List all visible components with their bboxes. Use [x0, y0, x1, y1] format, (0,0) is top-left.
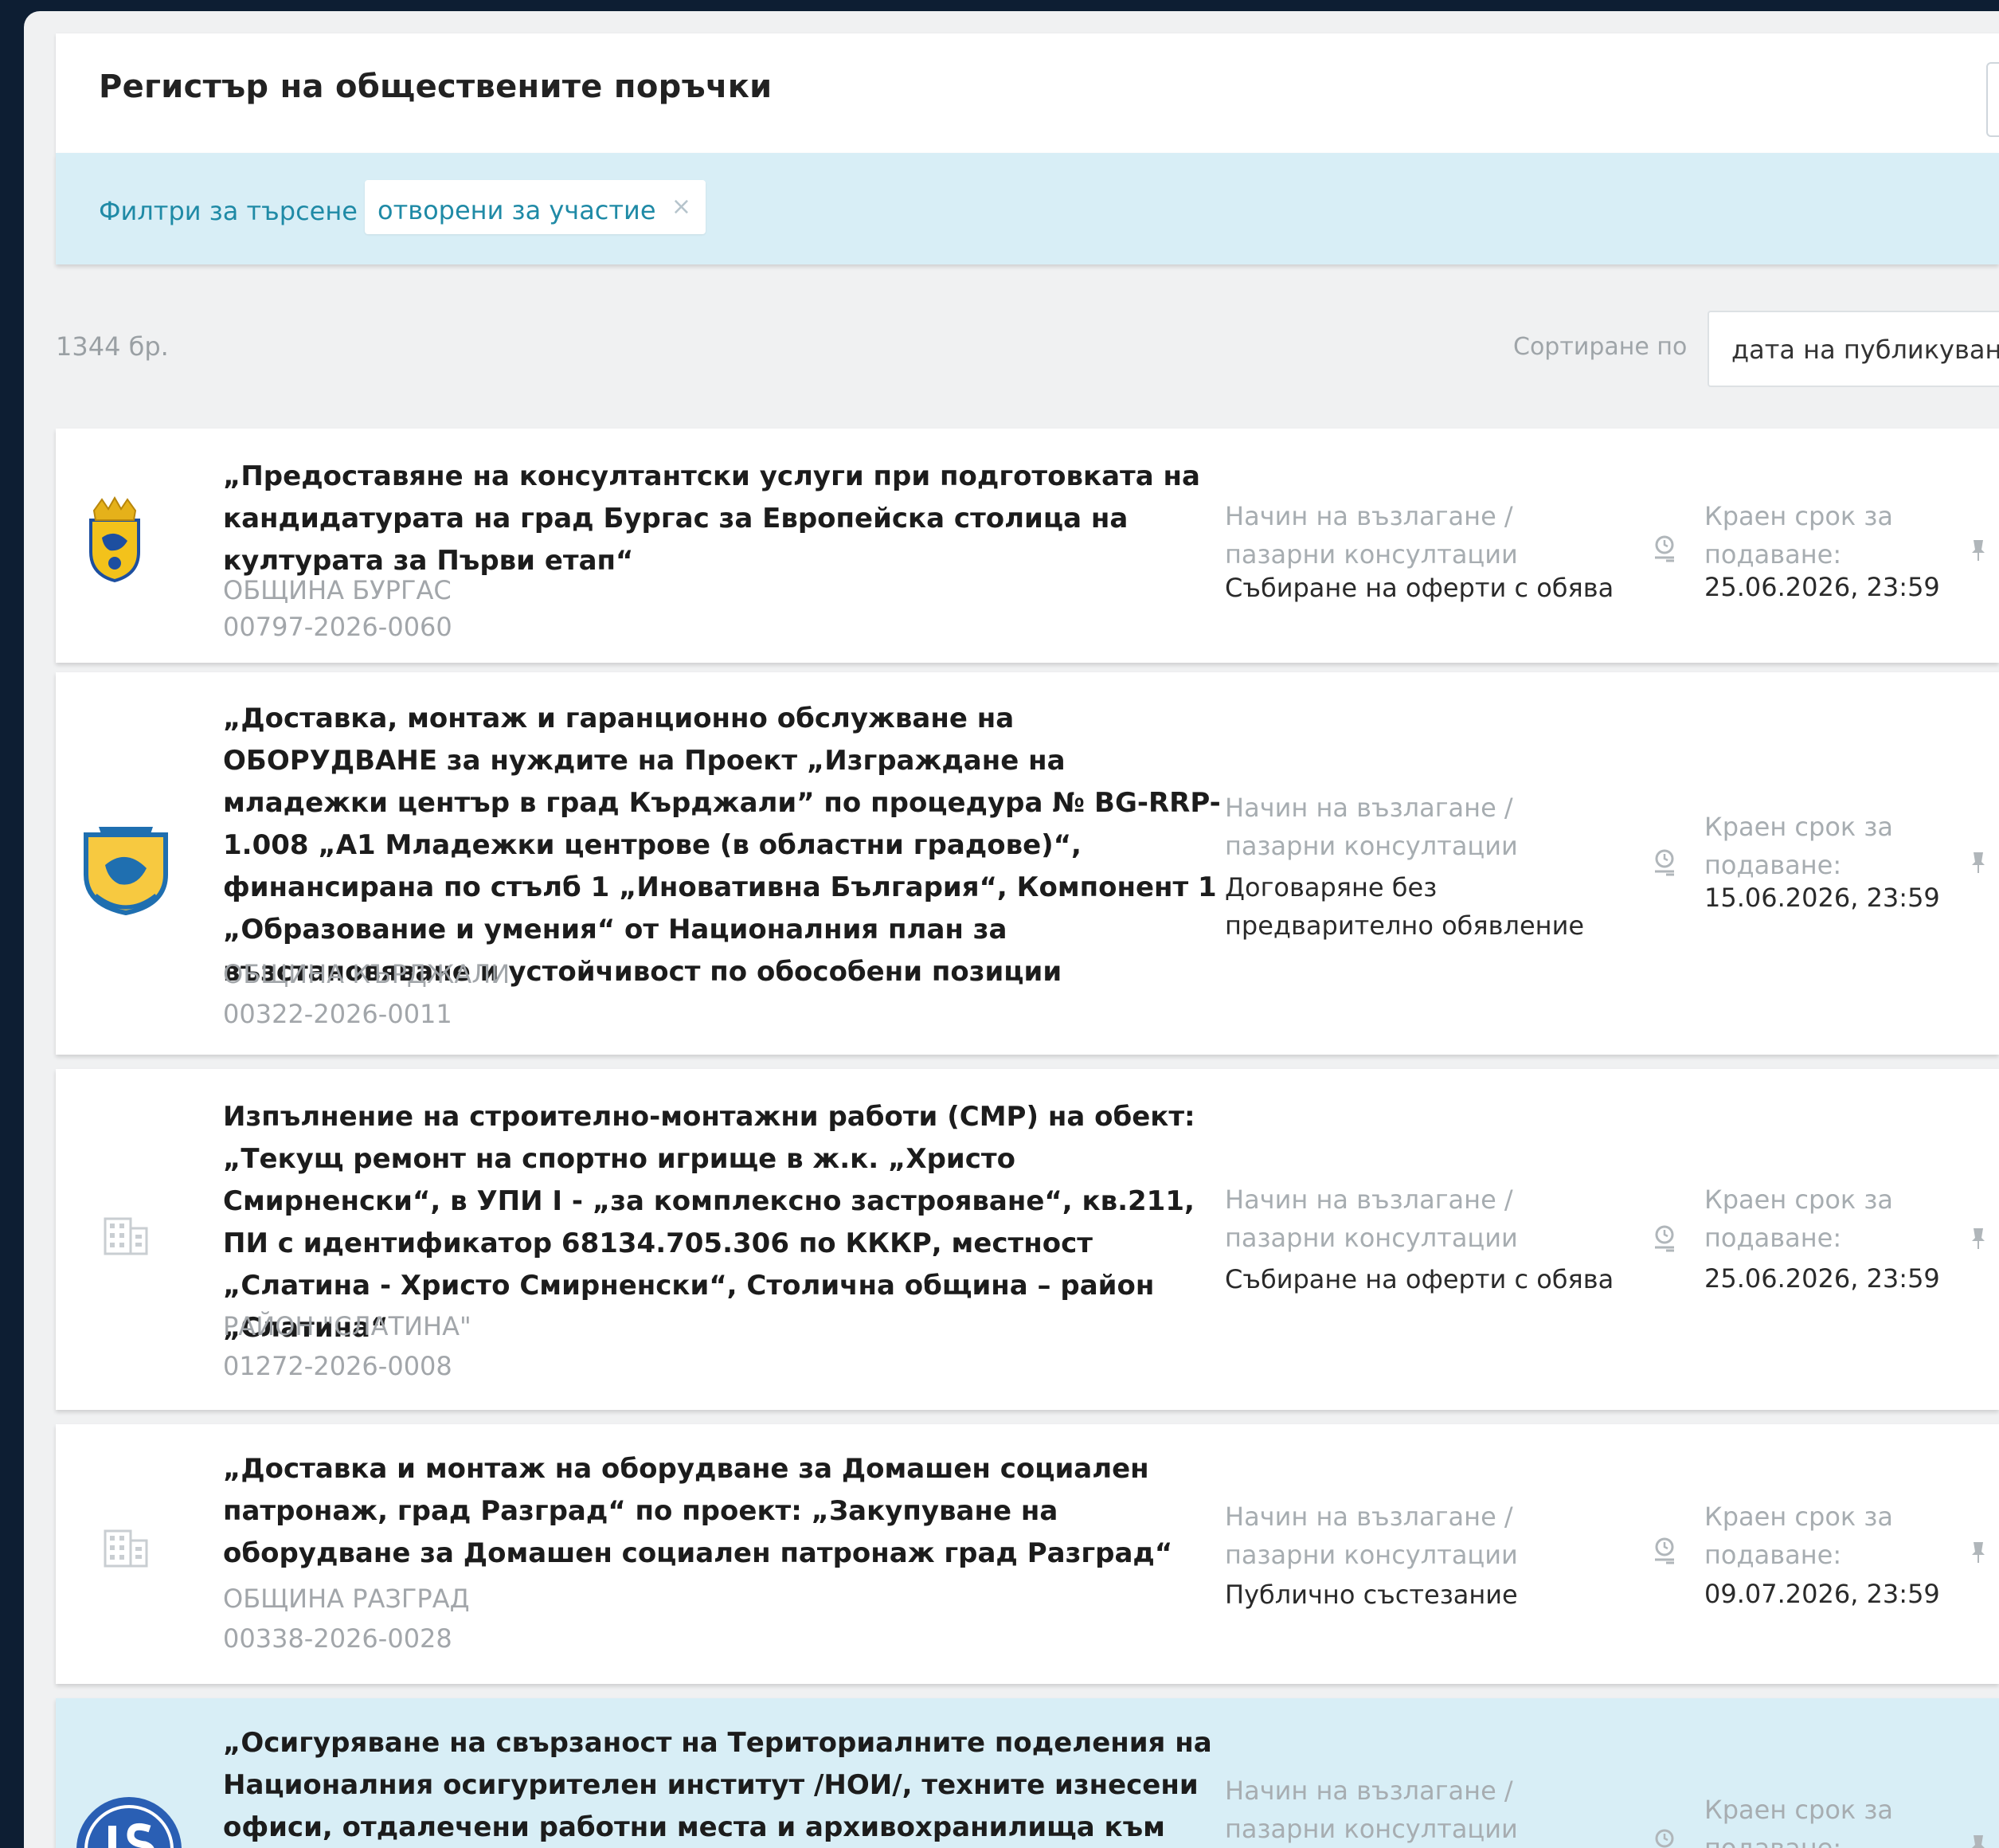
kardzhali-crest-icon: [84, 827, 168, 916]
contracting-authority: ОБЩИНА РАЗГРАД: [223, 1584, 470, 1614]
filter-chip-open-for-participation[interactable]: отворени за участие ×: [365, 180, 706, 234]
method-label: Начин на възлагане / пазарни консултации: [1225, 793, 1518, 861]
noi-logo-icon: [76, 1797, 182, 1848]
clock-icon: [1655, 849, 1674, 876]
award-method: Договаряне без предварително обявление: [1225, 872, 1585, 941]
pin-icon[interactable]: [1970, 1834, 1986, 1848]
results-count: 1344 бр.: [56, 331, 169, 362]
deadline-label: Краен срок за подаване:: [1704, 812, 1894, 880]
deadline-value: 09.07.2026, 23:59: [1704, 1579, 1940, 1609]
pin-icon[interactable]: [1970, 538, 1986, 562]
page-header: Регистър на обществените поръчки: [56, 33, 1999, 153]
deadline-label: Краен срок за подаване:: [1704, 1795, 1894, 1848]
tender-title[interactable]: „Доставка, монтаж и гаранционно обслужва…: [223, 698, 1234, 993]
pin-icon[interactable]: [1970, 851, 1986, 875]
sort-selected-value: дата на публикуване: [1731, 335, 1999, 365]
sort-label: Сортиране по: [1513, 333, 1688, 361]
deadline-label: Краен срок за подаване:: [1704, 1184, 1894, 1253]
pin-icon[interactable]: [1970, 1541, 1986, 1564]
page-title: Регистър на обществените поръчки: [99, 69, 773, 105]
tender-code: 00322-2026-0011: [223, 999, 452, 1029]
tender-card[interactable]: „Доставка и монтаж на оборудване за Дома…: [56, 1424, 1999, 1684]
sort-select[interactable]: дата на публикуване: [1708, 311, 1999, 387]
app-window: Регистър на обществените поръчки Филтри …: [24, 11, 1999, 1848]
search-filters-link[interactable]: Филтри за търсене: [99, 196, 358, 226]
building-icon: [104, 1217, 148, 1255]
method-label: Начин на възлагане / пазарни консултации: [1225, 1776, 1518, 1844]
tender-title[interactable]: „Предоставяне на консултантски услуги пр…: [223, 456, 1234, 582]
method-label: Начин на възлагане / пазарни консултации: [1225, 1502, 1518, 1570]
building-icon: [104, 1529, 148, 1568]
award-method: Събиране на оферти с обява: [1225, 573, 1614, 603]
tender-card[interactable]: „Предоставяне на консултантски услуги пр…: [56, 429, 1999, 663]
clock-icon: [1655, 1829, 1674, 1848]
tender-card[interactable]: „Доставка, монтаж и гаранционно обслужва…: [56, 672, 1999, 1055]
filter-chip-label: отворени за участие: [378, 195, 656, 225]
contracting-authority: РАЙОН "СЛАТИНА": [223, 1311, 471, 1341]
award-method: Събиране на оферти с обява: [1225, 1264, 1614, 1294]
header-action-button[interactable]: [1986, 62, 1999, 137]
filter-bar: Филтри за търсене отворени за участие ×: [56, 153, 1999, 264]
deadline-label: Краен срок за подаване:: [1704, 1502, 1894, 1570]
deadline-value: 25.06.2026, 23:59: [1704, 1263, 1940, 1294]
tender-code: 01272-2026-0008: [223, 1351, 452, 1381]
clock-icon: [1655, 535, 1674, 562]
tender-code: 00338-2026-0028: [223, 1623, 452, 1654]
tender-card[interactable]: Изпълнение на строително-монтажни работи…: [56, 1069, 1999, 1410]
clock-icon: [1655, 1537, 1674, 1564]
contracting-authority: ОБЩИНА БУРГАС: [223, 575, 452, 605]
tender-code: 00797-2026-0060: [223, 612, 452, 642]
contracting-authority: ОБЩИНА КЪРДЖАЛИ: [223, 959, 511, 989]
award-method: Публично състезание: [1225, 1580, 1518, 1610]
deadline-label: Краен срок за подаване:: [1704, 501, 1894, 570]
clock-icon: [1655, 1225, 1674, 1252]
pin-icon[interactable]: [1970, 1227, 1986, 1251]
burgas-crest-icon: [89, 496, 140, 583]
tender-title[interactable]: „Доставка и монтаж на оборудване за Дома…: [223, 1448, 1234, 1575]
deadline-value: 15.06.2026, 23:59: [1704, 883, 1940, 913]
method-label: Начин на възлагане / пазарни консултации: [1225, 501, 1518, 570]
close-icon[interactable]: ×: [671, 193, 691, 221]
method-label: Начин на възлагане / пазарни консултации: [1225, 1184, 1518, 1253]
tender-card[interactable]: „Осигуряване на свързаност на Териториал…: [56, 1698, 1999, 1848]
tender-title[interactable]: „Осигуряване на свързаност на Териториал…: [223, 1722, 1234, 1848]
deadline-value: 25.06.2026, 23:59: [1704, 572, 1940, 602]
